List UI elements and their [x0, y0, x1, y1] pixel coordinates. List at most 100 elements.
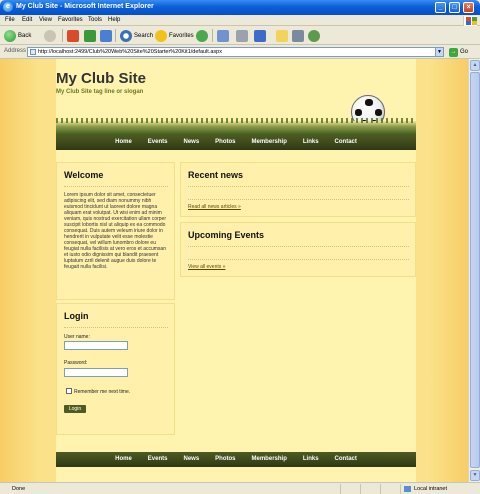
login-panel: Login User name: Password: Remember me n…: [56, 303, 175, 435]
scroll-thumb[interactable]: [470, 72, 480, 468]
nav-membership[interactable]: Membership: [252, 135, 287, 150]
divider: [188, 246, 409, 247]
status-divider: [340, 484, 341, 494]
menu-file[interactable]: File: [5, 17, 15, 23]
nav-news[interactable]: News: [183, 452, 199, 467]
maximize-button[interactable]: □: [449, 2, 460, 13]
nav-home[interactable]: Home: [115, 135, 132, 150]
scroll-up-icon[interactable]: ▲: [470, 60, 480, 71]
zone-text: Local intranet: [414, 486, 448, 492]
messenger-button[interactable]: [308, 29, 322, 42]
mail-icon: [217, 29, 229, 42]
welcome-heading: Welcome: [64, 170, 104, 180]
address-bar: Address http://localhost:2499/Club%20Web…: [0, 45, 480, 59]
menu-help[interactable]: Help: [108, 17, 120, 23]
toolbar: Back Search Favorites: [0, 26, 480, 45]
windows-logo-icon: [463, 16, 477, 26]
scroll-down-icon[interactable]: ▼: [470, 470, 480, 481]
menu-favorites[interactable]: Favorites: [58, 17, 83, 23]
nav-news[interactable]: News: [183, 135, 199, 150]
home-icon: [100, 29, 112, 42]
menu-view[interactable]: View: [39, 17, 52, 23]
home-button[interactable]: [100, 29, 114, 42]
main-nav: Home Events News Photos Membership Links…: [56, 135, 416, 150]
history-button[interactable]: [196, 29, 210, 42]
search-button[interactable]: Search: [120, 29, 153, 42]
folder-button[interactable]: [276, 29, 290, 42]
star-icon: [155, 29, 167, 42]
nav-photos[interactable]: Photos: [215, 135, 235, 150]
go-button[interactable]: → Go: [449, 47, 468, 57]
divider: [188, 186, 409, 187]
username-label: User name:: [64, 334, 90, 340]
forward-button[interactable]: [44, 29, 58, 42]
favorites-button[interactable]: Favorites: [155, 29, 194, 42]
username-field[interactable]: [64, 341, 128, 350]
messenger-icon: [308, 29, 320, 42]
stop-button[interactable]: [67, 29, 81, 42]
menu-tools[interactable]: Tools: [88, 17, 102, 23]
nav-contact[interactable]: Contact: [335, 452, 357, 467]
history-icon: [196, 29, 208, 42]
login-button[interactable]: Login: [64, 405, 86, 413]
password-field[interactable]: [64, 368, 128, 377]
divider: [188, 259, 409, 260]
title-bar: e My Club Site - Microsoft Internet Expl…: [0, 0, 480, 15]
nav-photos[interactable]: Photos: [215, 452, 235, 467]
page-icon: [30, 49, 36, 55]
vertical-scrollbar[interactable]: ▲ ▼: [468, 59, 480, 482]
recent-news-heading: Recent news: [188, 170, 244, 180]
remember-me-label: Remember me next time.: [74, 389, 131, 395]
refresh-icon: [84, 29, 96, 42]
address-input[interactable]: http://localhost:2499/Club%20Web%20Site%…: [27, 47, 444, 57]
nav-events[interactable]: Events: [148, 452, 168, 467]
toolbar-divider: [212, 29, 213, 42]
print-button[interactable]: [236, 29, 250, 42]
printer-icon: [236, 29, 248, 42]
page-container: My Club Site My Club Site tag line or sl…: [56, 59, 416, 482]
toolbar-divider: [62, 29, 63, 42]
forward-arrow-icon: [44, 29, 56, 42]
search-label: Search: [134, 32, 154, 39]
favorites-label: Favorites: [169, 32, 194, 39]
nav-membership[interactable]: Membership: [252, 452, 287, 467]
ie-icon: e: [3, 2, 13, 12]
back-label: Back: [18, 32, 32, 39]
upcoming-events-heading: Upcoming Events: [188, 230, 265, 240]
grass-banner: [56, 118, 416, 135]
mail-button[interactable]: [217, 29, 231, 42]
back-arrow-icon: [4, 29, 16, 42]
divider: [64, 327, 168, 328]
remember-me-checkbox[interactable]: [66, 388, 72, 394]
address-label: Address: [4, 48, 27, 54]
nav-home[interactable]: Home: [115, 452, 132, 467]
status-divider: [360, 484, 361, 494]
intranet-icon: [404, 486, 411, 492]
upcoming-events-panel: Upcoming Events View all events »: [180, 222, 416, 277]
status-divider: [400, 484, 401, 494]
nav-links[interactable]: Links: [303, 452, 319, 467]
divider: [64, 186, 168, 187]
edit-button[interactable]: [254, 29, 268, 42]
research-icon: [292, 29, 304, 42]
close-button[interactable]: ×: [463, 2, 474, 13]
go-label: Go: [460, 49, 469, 55]
browser-viewport: My Club Site My Club Site tag line or sl…: [0, 59, 468, 482]
back-button[interactable]: Back: [4, 29, 31, 42]
minimize-button[interactable]: _: [435, 2, 446, 13]
toolbar-divider: [115, 29, 116, 42]
chevron-down-icon[interactable]: ▼: [435, 47, 444, 57]
nav-contact[interactable]: Contact: [335, 135, 357, 150]
nav-events[interactable]: Events: [148, 135, 168, 150]
welcome-panel: Welcome Lorem ipsum dolor sit amet, cons…: [56, 162, 175, 300]
footer-nav: Home Events News Photos Membership Links…: [56, 452, 416, 467]
nav-links[interactable]: Links: [303, 135, 319, 150]
refresh-button[interactable]: [84, 29, 98, 42]
menu-edit[interactable]: Edit: [22, 17, 32, 23]
go-arrow-icon: →: [449, 47, 458, 57]
research-button[interactable]: [292, 29, 306, 42]
view-all-events-link[interactable]: View all events »: [188, 264, 225, 270]
read-all-news-link[interactable]: Read all news articles »: [188, 204, 241, 210]
divider: [188, 199, 409, 200]
window-title: My Club Site - Microsoft Internet Explor…: [16, 3, 154, 10]
